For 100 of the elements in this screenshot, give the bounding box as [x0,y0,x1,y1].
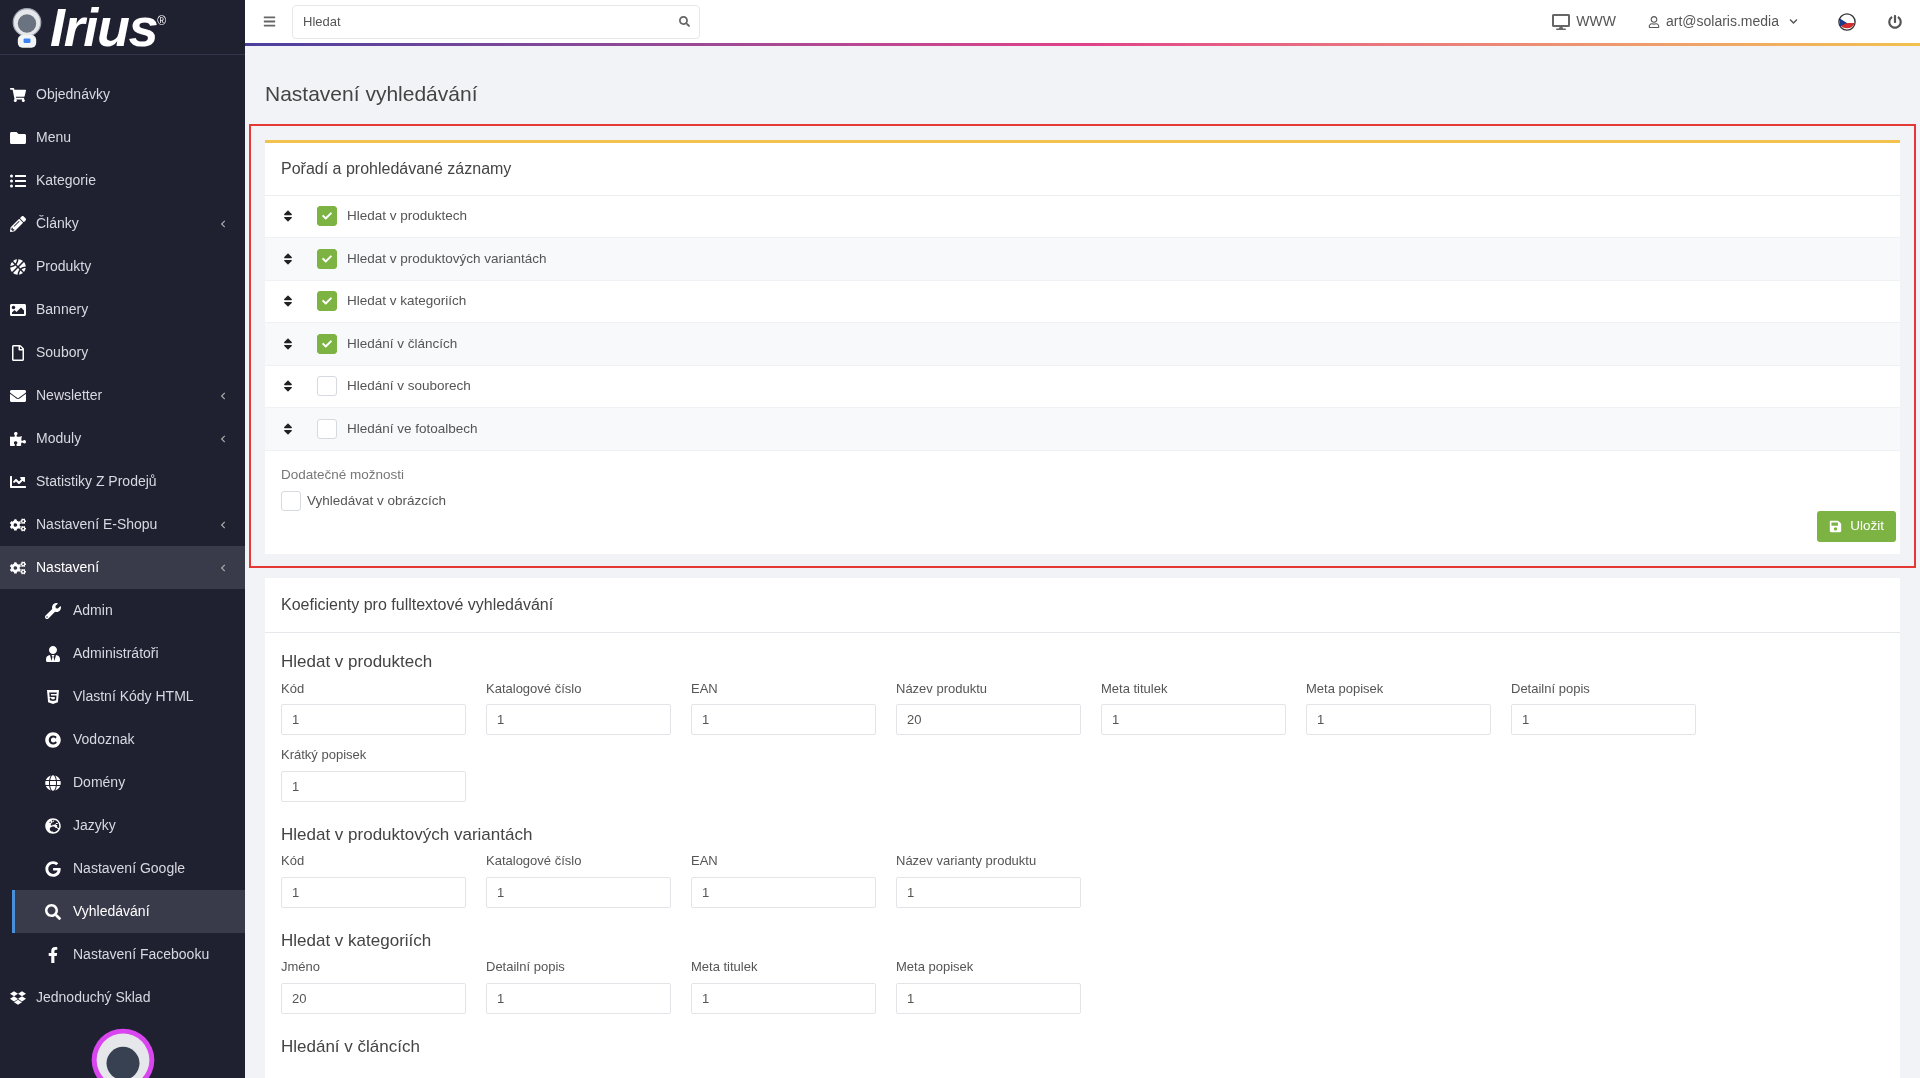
input-field[interactable]: 20 [896,704,1081,735]
sidebar-subitem[interactable]: Administrátoři [12,632,245,675]
sidebar-item[interactable]: Produkty [0,245,245,288]
chevron-down-icon [1789,17,1798,26]
input-field[interactable]: 1 [1511,704,1696,735]
check-icon [322,253,332,264]
logo[interactable]: Irius [50,0,158,54]
search-field[interactable]: Hledat [292,4,700,39]
input-field[interactable]: 1 [486,982,671,1014]
page-title: Nastavení vyhledávání [265,81,479,107]
sidebar-item[interactable]: Nastavení E-Shopu [0,503,245,546]
sidebar-subitem[interactable]: Nastavení Facebooku [12,933,245,976]
input-field[interactable]: 1 [281,876,466,908]
sidebar-item[interactable]: Moduly [0,417,245,460]
sidebar-item[interactable]: Menu [0,116,245,159]
card-title: Koeficienty pro fulltextové vyhledávání [265,578,1900,633]
power-icon[interactable] [1888,14,1902,29]
drag-handle-icon[interactable] [281,251,295,266]
sidebar-subitem[interactable]: Admin [12,589,245,632]
input-field[interactable]: 1 [896,982,1081,1014]
gears-icon [10,559,26,576]
checkbox-label: Vyhledávat v obrázcích [307,491,447,510]
user-icon [45,645,61,662]
checkbox-label: Hledat v kategoriích [347,292,467,311]
www-link[interactable]: WWW [1552,11,1616,32]
sidebar-item[interactable]: Newsletter [0,374,245,417]
input-field[interactable]: 1 [281,770,466,802]
sidebar-item[interactable]: Nastavení [0,546,245,589]
field-label: EAN [691,679,719,698]
field-label: Detailní popis [486,958,566,976]
sidebar-subitem[interactable]: Vyhledávání [12,890,245,933]
puzzle-icon [10,430,26,447]
gears-icon [10,516,26,533]
copyright-icon [45,731,61,748]
sidebar-item[interactable]: Články [0,202,245,245]
field-label: Meta titulek [691,958,759,976]
field-label: Meta popisek [1306,679,1385,698]
drag-handle-icon[interactable] [281,379,295,394]
pencil-icon [10,215,26,232]
input-field[interactable]: 1 [1101,704,1286,735]
user-icon [1647,15,1660,28]
input-field[interactable]: 1 [486,704,671,735]
sidebar-subitem[interactable]: Jazyky [12,804,245,847]
input-field[interactable]: 1 [896,876,1081,908]
file-icon [10,344,26,361]
sidebar-item[interactable]: Statistiky Z Prodejů [0,460,245,503]
field-label: Katalogové číslo [486,852,583,870]
checkbox[interactable] [317,418,337,439]
checkbox[interactable] [317,206,337,227]
input-field[interactable]: 1 [486,876,671,908]
sidebar-item[interactable]: Bannery [0,288,245,331]
check-icon [322,211,332,222]
drag-handle-icon[interactable] [281,336,295,351]
card-title: Pořadí a prohledávané záznamy [265,142,1900,196]
checkbox[interactable] [281,490,301,511]
field-label: Detailní popis [1511,679,1591,698]
drag-handle-icon[interactable] [281,294,295,309]
chart-icon [10,473,26,490]
input-field[interactable]: 1 [691,876,876,908]
group-title: Hledání v článcích [281,1035,421,1058]
input-field[interactable]: 1 [691,704,876,735]
menu-icon[interactable] [263,15,276,28]
input-field[interactable]: 1 [1306,704,1491,735]
user-menu[interactable]: art@solaris.media [1647,11,1798,32]
sidebar-item[interactable]: Soubory [0,331,245,374]
sidebar-item[interactable]: Kategorie [0,159,245,202]
group-title: Hledat v kategoriích [281,929,433,952]
checkbox[interactable] [317,376,337,397]
floppy-icon [1829,520,1843,533]
field-label: Jméno [281,958,322,976]
input-field[interactable]: 1 [691,982,876,1014]
field-label: Krátký popisek [281,746,368,764]
list-icon [10,172,26,189]
cart-icon [10,86,26,103]
checkbox-label: Hledání v souborech [347,377,471,396]
checkbox[interactable] [317,248,337,269]
sidebar-subitem[interactable]: Domény [12,761,245,804]
boxes-icon [10,989,26,1006]
flag-icon[interactable] [1838,12,1856,31]
checkbox[interactable] [317,333,337,354]
globe-icon [45,817,61,834]
sidebar-subitem[interactable]: Nastavení Google [12,847,245,890]
sidebar-subitem[interactable]: Vlastní Kódy HTML [12,675,245,718]
google-icon [45,860,61,877]
drag-handle-icon[interactable] [281,421,295,436]
input-field[interactable]: 20 [281,982,466,1014]
sidebar-item[interactable]: Jednoduchý Sklad [0,976,245,1019]
sidebar-subitem[interactable]: Vodoznak [12,718,245,761]
input-field[interactable]: 1 [281,704,466,735]
section-label: Dodatečné možnosti [281,465,406,484]
mascot-avatar [89,1027,156,1078]
checkbox-label: Hledání v článcích [347,334,458,353]
search-icon[interactable] [679,15,690,27]
drag-handle-icon[interactable] [281,209,295,224]
checkbox[interactable] [317,291,337,312]
field-label: Meta popisek [896,958,975,976]
check-icon [322,338,332,349]
sidebar-item[interactable]: Objednávky [0,73,245,116]
search-icon [45,903,61,920]
group-title: Hledat v produktech [281,651,434,673]
